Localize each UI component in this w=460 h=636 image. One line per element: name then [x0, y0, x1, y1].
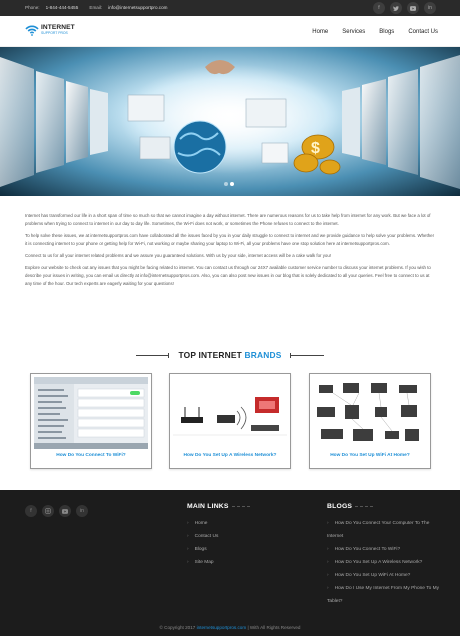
brands-title: TOP INTERNET BRANDS: [170, 350, 290, 360]
intro-paragraph: Connect to us for all your internet rela…: [25, 253, 332, 258]
footer-links-title: MAIN LINKS: [187, 503, 229, 510]
site-footer: f in MAIN LINKS › Home › Contact Us › Blogs…: [0, 490, 460, 636]
top-bar: Phone: 1-844-444-5455 Email: info@internet…: [0, 0, 460, 16]
intro-paragraph: Internet has transformed our life in a s…: [25, 213, 431, 226]
copyright: © Copyright 2017 internetsupportpros.com…: [0, 625, 460, 630]
contact-info: Phone: 1-844-444-5455 Email: info@internet…: [25, 5, 173, 10]
footer-blog-link[interactable]: › How Do I Use My Internet From My Phone …: [327, 582, 445, 608]
youtube-icon[interactable]: [407, 2, 419, 14]
youtube-icon[interactable]: [59, 505, 71, 517]
brand-card[interactable]: How Do You Set Up A Wireless Network?: [169, 373, 291, 469]
footer-link-label: Blogs: [194, 547, 207, 552]
email-address[interactable]: info@internetsupportpro.com: [108, 5, 167, 10]
phone-label: Phone:: [25, 5, 40, 10]
footer-blog-label: How Do You Connect To WiFi?: [334, 547, 401, 552]
card-caption[interactable]: How Do You Set Up WiFi At Home?: [310, 453, 430, 458]
card-caption[interactable]: How Do You Set Up A Wireless Network?: [170, 453, 290, 458]
copyright-link[interactable]: internetsupportpros.com: [197, 625, 247, 630]
nav-blogs[interactable]: Blogs: [379, 29, 394, 35]
footer-link-blogs[interactable]: › Blogs: [187, 543, 307, 556]
hero-image: $: [0, 55, 460, 189]
footer-blog-label: How Do You Connect Your Computer To The …: [327, 521, 430, 539]
copyright-suffix: | With All Rights Reserved: [247, 625, 301, 630]
nav-home[interactable]: Home: [312, 29, 328, 35]
facebook-icon[interactable]: f: [25, 505, 37, 517]
top-social-links: f in: [373, 2, 436, 14]
linkedin-icon[interactable]: in: [424, 2, 436, 14]
card-caption[interactable]: How Do You Connect To WiFi?: [31, 453, 151, 458]
intro-paragraph: Explore our website to check out any iss…: [25, 265, 431, 286]
footer-link-label: Home: [194, 521, 208, 526]
nav-contact-us[interactable]: Contact Us: [408, 29, 438, 35]
footer-links-heading: MAIN LINKS: [187, 503, 307, 510]
footer-link-site-map[interactable]: › Site Map: [187, 556, 307, 569]
footer-blog-link[interactable]: › How Do You Connect Your Computer To The…: [327, 517, 445, 543]
hero-slider: $: [0, 47, 460, 196]
main-nav: Home Services Blogs Contact Us: [312, 29, 438, 35]
intro-paragraph: To help solve these issues, we at intern…: [25, 233, 435, 246]
email-label: Email:: [89, 5, 103, 10]
brands-title-accent: BRANDS: [244, 350, 282, 360]
brands-section-heading: TOP INTERNET BRANDS: [0, 350, 460, 362]
intro-content: Internet has transformed our life in a s…: [25, 212, 436, 292]
wifi-logo-icon: [25, 25, 39, 36]
footer-blog-link[interactable]: › How Do You Set Up A Wireless Network?: [327, 556, 445, 569]
footer-blog-label: How Do I Use My Internet From My Phone T…: [327, 586, 440, 604]
footer-social-links: f in: [25, 505, 88, 517]
heading-divider-left: [136, 353, 169, 358]
site-logo[interactable]: INTERNET SUPPORT PROS: [25, 24, 75, 36]
logo-tagline: SUPPORT PROS: [41, 30, 68, 35]
main-navbar: INTERNET SUPPORT PROS Home Services Blog…: [0, 16, 460, 47]
brand-card[interactable]: How Do You Connect To WiFi?: [30, 373, 152, 469]
heading-divider-right: [290, 353, 324, 358]
footer-blog-link[interactable]: › How Do You Connect To WiFi?: [327, 543, 445, 556]
wireless-network-thumbnail: [173, 377, 287, 449]
brand-card[interactable]: How Do You Set Up WiFi At Home?: [309, 373, 431, 469]
twitter-icon[interactable]: [390, 2, 402, 14]
copyright-prefix: © Copyright 2017: [159, 625, 196, 630]
footer-blog-label: How Do You Set Up WiFi At Home?: [334, 573, 411, 578]
nav-services[interactable]: Services: [342, 29, 365, 35]
footer-main-links: MAIN LINKS › Home › Contact Us › Blogs › Sit…: [187, 503, 307, 569]
brands-title-prefix: TOP INTERNET: [178, 350, 242, 360]
slider-dots: [224, 182, 234, 186]
facebook-icon[interactable]: f: [373, 2, 385, 14]
brand-cards: How Do You Connect To WiFi? How Do You S…: [30, 373, 431, 469]
footer-link-label: Site Map: [194, 560, 214, 565]
footer-blogs-heading: BLOGS: [327, 503, 445, 510]
slider-dot[interactable]: [224, 182, 228, 186]
instagram-icon[interactable]: [42, 505, 54, 517]
footer-blogs-title: BLOGS: [327, 503, 353, 510]
wifi-settings-thumbnail: [34, 377, 148, 449]
footer-link-home[interactable]: › Home: [187, 517, 307, 530]
footer-blog-link[interactable]: › How Do You Set Up WiFi At Home?: [327, 569, 445, 582]
footer-blog-label: How Do You Set Up A Wireless Network?: [334, 560, 423, 565]
footer-blogs: BLOGS › How Do You Connect Your Computer …: [327, 503, 445, 608]
footer-link-contact-us[interactable]: › Contact Us: [187, 530, 307, 543]
phone-number[interactable]: 1-844-444-5455: [46, 5, 79, 10]
svg-text:$: $: [311, 140, 320, 157]
linkedin-icon[interactable]: in: [76, 505, 88, 517]
home-wifi-diagram-thumbnail: [313, 377, 427, 449]
slider-dot-active[interactable]: [230, 182, 234, 186]
footer-link-label: Contact Us: [194, 534, 219, 539]
